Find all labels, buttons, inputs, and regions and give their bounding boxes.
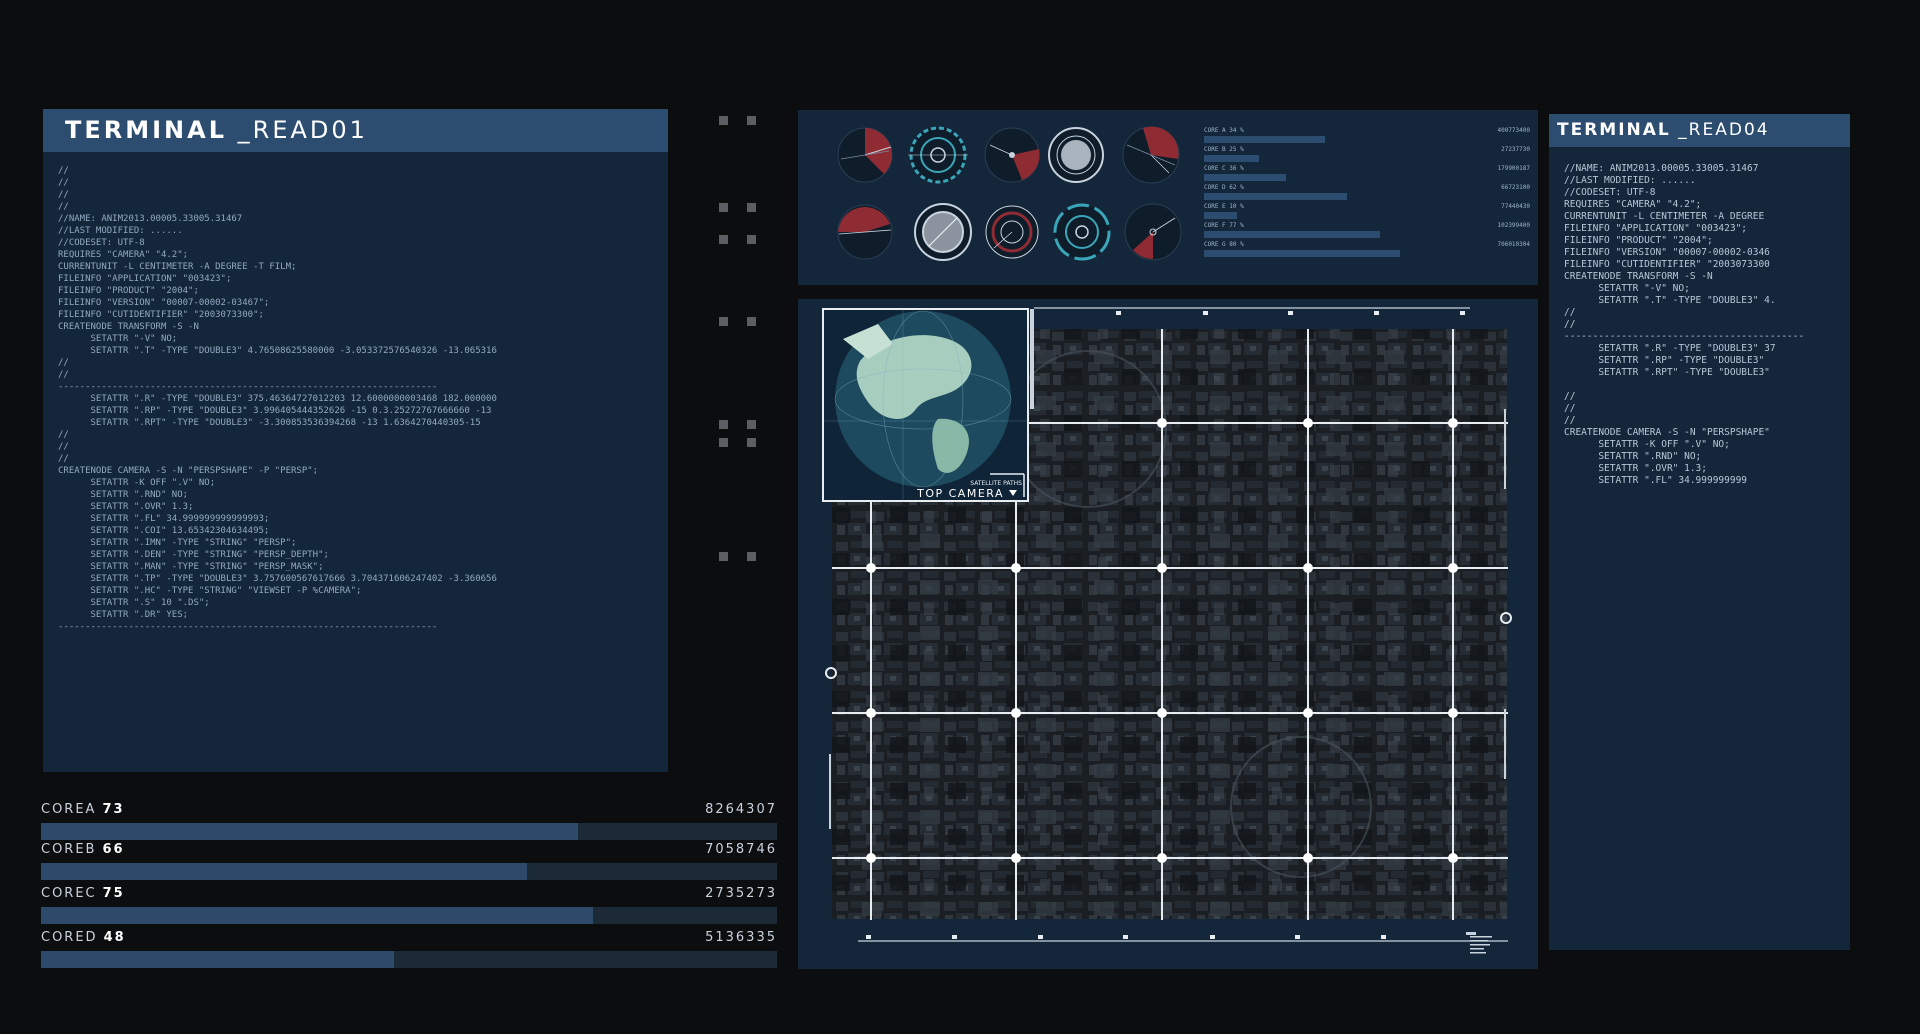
indicator-dot xyxy=(747,438,756,447)
core-row: CORED 48 5136335 xyxy=(41,930,777,974)
stat-value: 77440430 xyxy=(1501,203,1530,210)
stat-label: CORE G 80 % xyxy=(1204,241,1244,248)
core-value: 2735273 xyxy=(705,886,777,901)
terminal-read01-panel: TERMINAL _READ01 // // // // //NAME: ANI… xyxy=(43,109,668,772)
indicator-dot xyxy=(719,438,728,447)
terminal-read01-header: TERMINAL _READ01 xyxy=(43,109,668,152)
core-progress-track xyxy=(41,907,777,924)
stat-bar xyxy=(1204,136,1325,143)
globe-inset[interactable]: SATELLITE PATHS TOP CAMERA xyxy=(822,308,1029,502)
radar-gauge-icon[interactable] xyxy=(837,204,893,260)
terminal-read04-panel: TERMINAL _READ04 //NAME: ANIM2013.00005.… xyxy=(1549,114,1850,950)
target-gauge-icon[interactable] xyxy=(985,205,1039,259)
indicator-dot xyxy=(719,203,728,212)
core-percent: 73 xyxy=(102,802,125,817)
core-value: 7058746 xyxy=(705,842,777,857)
radar-gauge-icon[interactable] xyxy=(984,127,1040,183)
dial-gauge-icon[interactable] xyxy=(1048,127,1104,183)
terminal-read04-header: TERMINAL _READ04 xyxy=(1549,114,1850,147)
indicator-dot xyxy=(719,116,728,125)
stat-bar xyxy=(1204,231,1381,238)
satellite-map[interactable]: SATELLITE PATHS TOP CAMERA xyxy=(798,299,1538,969)
stat-value: 66723100 xyxy=(1501,184,1530,191)
core-progress-fill xyxy=(41,863,527,880)
terminal-read04-code[interactable]: //NAME: ANIM2013.00005.33005.31467 //LAS… xyxy=(1564,163,1844,563)
indicator-dot xyxy=(747,235,756,244)
indicator-dot xyxy=(719,317,728,326)
inset-side-bar xyxy=(1030,309,1034,409)
stat-row: CORE C 36 % 179900187 xyxy=(1204,165,1530,183)
indicator-dot xyxy=(747,420,756,429)
indicator-dot xyxy=(747,317,756,326)
stat-label: CORE D 62 % xyxy=(1204,184,1244,191)
map-legend xyxy=(1466,932,1492,954)
stat-bar xyxy=(1204,212,1237,219)
indicator-dot xyxy=(719,420,728,429)
core-value: 5136335 xyxy=(705,930,777,945)
indicator-dot xyxy=(719,552,728,561)
stat-label: CORE C 36 % xyxy=(1204,165,1244,172)
stat-value: 27237730 xyxy=(1501,146,1530,153)
inset-caption: TOP CAMERA xyxy=(916,487,1004,500)
stat-bar xyxy=(1204,193,1348,200)
stat-row: CORE E 10 % 77440430 xyxy=(1204,203,1530,221)
stat-label: CORE B 25 % xyxy=(1204,146,1244,153)
stat-value: 400773400 xyxy=(1497,127,1530,134)
terminal-read01-title: TERMINAL xyxy=(65,116,228,144)
radial-gauges xyxy=(837,126,1182,261)
core-progress-fill xyxy=(41,823,579,840)
inset-caption-small: SATELLITE PATHS xyxy=(970,480,1022,487)
stat-bar xyxy=(1204,250,1400,257)
terminal-read01-code[interactable]: // // // // //NAME: ANIM2013.00005.33005… xyxy=(58,165,658,765)
core-progress-track xyxy=(41,863,777,880)
terminal-read04-subtitle: _READ04 xyxy=(1678,120,1770,140)
stat-value: 706010304 xyxy=(1497,241,1530,248)
dial-gauge-icon[interactable] xyxy=(914,203,972,261)
core-value: 8264307 xyxy=(705,802,777,817)
stat-row: CORE F 77 % 102399400 xyxy=(1204,222,1530,240)
core-progress-fill xyxy=(41,907,593,924)
core-name: COREC xyxy=(41,886,97,901)
stat-label: CORE F 77 % xyxy=(1204,222,1244,229)
core-name: COREB xyxy=(41,842,97,857)
core-name: COREA xyxy=(41,802,97,817)
stat-row: CORE B 25 % 27237730 xyxy=(1204,146,1530,164)
core-progress-fill xyxy=(41,951,395,968)
core-percent: 48 xyxy=(103,930,126,945)
core-percent: 66 xyxy=(102,842,125,857)
radar-gauge-icon[interactable] xyxy=(837,127,893,183)
core-percent: 75 xyxy=(102,886,125,901)
indicator-dot xyxy=(719,235,728,244)
core-progress-track xyxy=(41,951,777,968)
indicator-dot xyxy=(747,116,756,125)
core-row: COREB 66 7058746 xyxy=(41,842,777,886)
stat-value: 102399400 xyxy=(1497,222,1530,229)
core-row: COREC 75 2735273 xyxy=(41,886,777,930)
indicator-dot xyxy=(747,203,756,212)
core-row: COREA 73 8264307 xyxy=(41,802,777,846)
terminal-read04-title: TERMINAL xyxy=(1557,120,1671,140)
dial-gauge-icon[interactable] xyxy=(1053,203,1111,261)
dial-gauge-icon[interactable] xyxy=(908,126,968,184)
terminal-read01-subtitle: _READ01 xyxy=(237,116,368,144)
stat-label: CORE A 34 % xyxy=(1204,127,1244,134)
map-panel: SATELLITE PATHS TOP CAMERA xyxy=(798,299,1538,969)
stat-label: CORE E 10 % xyxy=(1204,203,1244,210)
core-progress-track xyxy=(41,823,777,840)
stat-row: CORE A 34 % 400773400 xyxy=(1204,127,1530,145)
radar-gauge-icon[interactable] xyxy=(1122,126,1180,184)
stat-bar xyxy=(1204,174,1286,181)
stat-value: 179900187 xyxy=(1497,165,1530,172)
stat-bar xyxy=(1204,155,1260,162)
stat-row: CORE G 80 % 706010304 xyxy=(1204,241,1530,259)
core-name: CORED xyxy=(41,930,98,945)
stat-row: CORE D 62 % 66723100 xyxy=(1204,184,1530,202)
radar-gauge-icon[interactable] xyxy=(1124,203,1182,261)
indicator-dot xyxy=(747,552,756,561)
